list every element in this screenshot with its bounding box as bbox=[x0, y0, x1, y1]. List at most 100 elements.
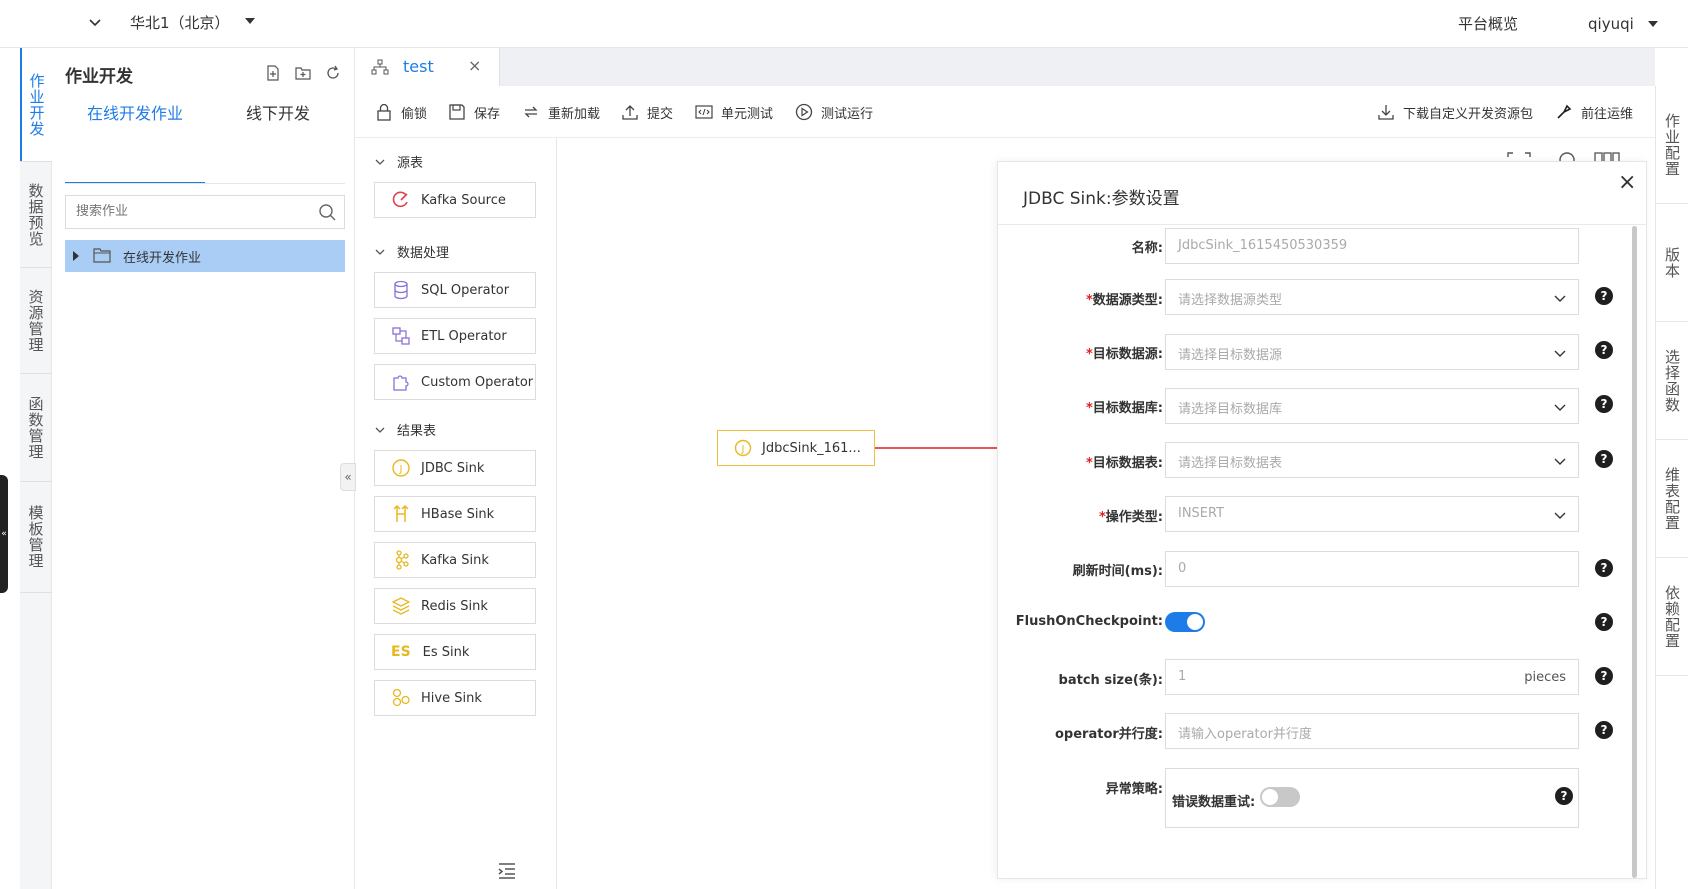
tree-node-online-jobs[interactable]: 在线开发作业 bbox=[65, 240, 345, 272]
job-search[interactable] bbox=[65, 195, 345, 229]
puzzle-icon bbox=[393, 375, 409, 391]
error-policy-box: 错误数据重试: bbox=[1165, 768, 1579, 828]
help-icon[interactable]: ? bbox=[1595, 395, 1613, 413]
nav-dim-table-config[interactable]: 维表配置 bbox=[1656, 440, 1688, 558]
chevron-down-icon bbox=[1554, 295, 1566, 302]
search-input[interactable] bbox=[76, 204, 306, 219]
database-icon bbox=[394, 280, 408, 300]
help-icon[interactable]: ? bbox=[1555, 787, 1573, 805]
refresh-icon[interactable] bbox=[325, 65, 341, 81]
help-icon[interactable]: ? bbox=[1595, 559, 1613, 577]
palette-redis-sink[interactable]: Redis Sink bbox=[374, 588, 536, 624]
new-file-icon[interactable] bbox=[265, 65, 281, 81]
retry-toggle[interactable] bbox=[1260, 787, 1300, 807]
expand-arrow-icon[interactable] bbox=[73, 251, 79, 261]
chevron-down-icon bbox=[375, 249, 385, 255]
nav-function-mgmt[interactable]: 函数管理 bbox=[20, 374, 52, 481]
palette-jdbc-sink[interactable]: J JDBC Sink bbox=[374, 450, 536, 486]
user-menu[interactable]: qiyuqi bbox=[1588, 15, 1634, 33]
es-icon: ES bbox=[391, 644, 411, 660]
reload-button[interactable]: 重新加载 bbox=[522, 102, 600, 122]
palette-es-sink[interactable]: ES Es Sink bbox=[374, 634, 536, 670]
tab-offline-dev[interactable]: 线下开发 bbox=[208, 104, 348, 184]
nav-select-function[interactable]: 选择函数 bbox=[1656, 322, 1688, 440]
close-icon[interactable]: × bbox=[468, 56, 481, 75]
code-icon bbox=[695, 105, 713, 119]
sidebar-collapse-handle[interactable]: « bbox=[0, 475, 8, 593]
left-nav: 作业开发 数据预览 资源管理 函数管理 模板管理 bbox=[20, 48, 52, 889]
search-icon[interactable] bbox=[318, 203, 336, 221]
help-icon[interactable]: ? bbox=[1595, 613, 1613, 631]
nav-data-preview[interactable]: 数据预览 bbox=[20, 162, 52, 267]
submit-button[interactable]: 提交 bbox=[621, 102, 673, 122]
tab-test[interactable]: test × bbox=[355, 48, 500, 86]
nav-job-dev[interactable]: 作业开发 bbox=[20, 48, 52, 161]
caret-down-icon[interactable] bbox=[245, 18, 255, 24]
palette-sql-operator[interactable]: SQL Operator bbox=[374, 272, 536, 308]
chevron-down-icon bbox=[1554, 404, 1566, 411]
group-processing[interactable]: 数据处理 bbox=[375, 242, 449, 261]
unit-test-button[interactable]: 单元测试 bbox=[695, 102, 773, 122]
parallel-label: operator并行度: bbox=[1055, 727, 1163, 742]
new-folder-icon[interactable] bbox=[295, 65, 311, 81]
parallel-input[interactable]: 请输入operator并行度 bbox=[1165, 713, 1579, 749]
target-table-label: *目标数据表: bbox=[1085, 456, 1163, 471]
palette-custom-operator[interactable]: Custom Operator bbox=[374, 364, 536, 400]
upload-icon bbox=[622, 105, 638, 120]
jdbc-sink-settings-panel: JDBC Sink:参数设置 × 名称: JdbcSink_1615450530… bbox=[997, 161, 1647, 879]
target-ds-select[interactable]: 请选择目标数据源 bbox=[1165, 334, 1579, 370]
target-table-select[interactable]: 请选择目标数据表 bbox=[1165, 442, 1579, 478]
nav-dependency-config[interactable]: 依赖配置 bbox=[1656, 558, 1688, 676]
help-icon[interactable]: ? bbox=[1595, 450, 1613, 468]
lock-button[interactable]: 偷锁 bbox=[375, 102, 427, 122]
svg-text:J: J bbox=[399, 464, 403, 475]
test-run-button[interactable]: 测试运行 bbox=[795, 102, 873, 122]
palette-hbase-sink[interactable]: HBase Sink bbox=[374, 496, 536, 532]
ds-type-select[interactable]: 请选择数据源类型 bbox=[1165, 279, 1579, 315]
help-icon[interactable]: ? bbox=[1595, 667, 1613, 685]
refresh-label: 刷新时间(ms): bbox=[1072, 564, 1163, 579]
hive-icon bbox=[392, 688, 410, 707]
palette-etl-operator[interactable]: ETL Operator bbox=[374, 318, 536, 354]
goto-ops-button[interactable]: 前往运维 bbox=[1555, 102, 1633, 122]
help-icon[interactable]: ? bbox=[1595, 341, 1613, 359]
chevron-down-icon bbox=[1554, 350, 1566, 357]
nav-version[interactable]: 版本 bbox=[1656, 204, 1688, 322]
chevron-down-icon bbox=[1554, 512, 1566, 519]
help-icon[interactable]: ? bbox=[1595, 287, 1613, 305]
group-sink[interactable]: 结果表 bbox=[375, 420, 436, 439]
target-db-select[interactable]: 请选择目标数据库 bbox=[1165, 388, 1579, 424]
help-icon[interactable]: ? bbox=[1595, 721, 1613, 739]
region-selector[interactable]: 华北1（北京） bbox=[130, 12, 230, 33]
close-icon[interactable]: × bbox=[1618, 170, 1636, 195]
refresh-input[interactable]: 0 bbox=[1165, 551, 1579, 587]
scrollbar[interactable] bbox=[1632, 226, 1637, 878]
flush-toggle[interactable] bbox=[1165, 612, 1205, 632]
save-button[interactable]: 保存 bbox=[448, 102, 500, 122]
chevron-down-icon[interactable] bbox=[88, 16, 102, 30]
tab-online-jobs[interactable]: 在线开发作业 bbox=[65, 104, 205, 184]
jdbc-icon: J bbox=[734, 439, 752, 457]
palette-collapse-button[interactable]: « bbox=[340, 463, 356, 491]
chevron-down-icon bbox=[375, 427, 385, 433]
platform-overview-link[interactable]: 平台概览 bbox=[1458, 13, 1518, 34]
canvas-node-jdbc-sink[interactable]: J JdbcSink_161... bbox=[717, 430, 875, 466]
nav-job-config[interactable]: 作业配置 bbox=[1656, 86, 1688, 204]
flush-label: FlushOnCheckpoint: bbox=[1015, 614, 1163, 629]
right-nav: 作业配置 版本 选择函数 维表配置 依赖配置 bbox=[1655, 86, 1688, 889]
group-source[interactable]: 源表 bbox=[375, 152, 423, 171]
op-type-select[interactable]: INSERT bbox=[1165, 496, 1579, 532]
node-icon-letter: J bbox=[741, 444, 745, 455]
palette-kafka-sink[interactable]: Kafka Sink bbox=[374, 542, 536, 578]
palette-kafka-source[interactable]: Kafka Source bbox=[374, 182, 536, 218]
menu-fold-icon[interactable] bbox=[495, 862, 517, 880]
palette-hive-sink[interactable]: Hive Sink bbox=[374, 680, 536, 716]
top-bar: 华北1（北京） 平台概览 qiyuqi bbox=[0, 0, 1688, 48]
nav-resource-mgmt[interactable]: 资源管理 bbox=[20, 268, 52, 373]
name-field[interactable]: JdbcSink_1615450530359 bbox=[1165, 228, 1579, 264]
nav-template-mgmt[interactable]: 模板管理 bbox=[20, 482, 52, 592]
chevron-down-icon bbox=[375, 159, 385, 165]
caret-down-icon[interactable] bbox=[1648, 21, 1658, 27]
batch-size-input[interactable]: 1 pieces bbox=[1165, 659, 1579, 695]
download-resource-button[interactable]: 下载自定义开发资源包 bbox=[1377, 102, 1533, 122]
